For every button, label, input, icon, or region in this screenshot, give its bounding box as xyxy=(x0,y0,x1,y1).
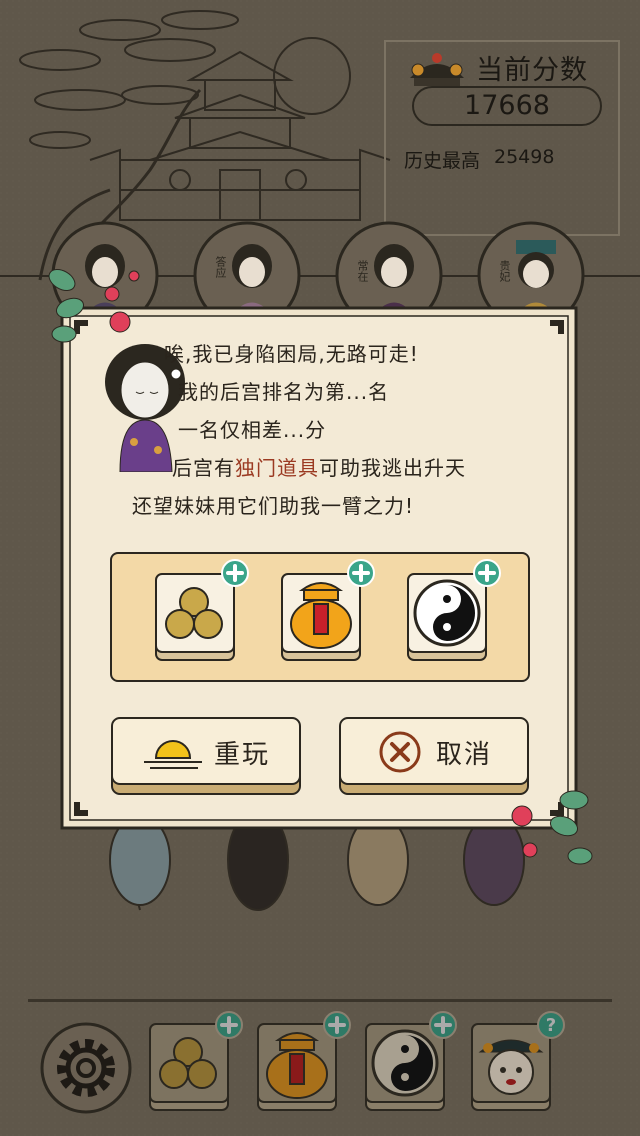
replay-button-bg xyxy=(111,717,301,795)
plus-icon[interactable] xyxy=(214,1010,244,1040)
qing-hat-icon xyxy=(410,53,464,86)
settings-button[interactable] xyxy=(40,1022,132,1114)
cancel-button[interactable]: 取消 xyxy=(338,716,530,796)
replay-button[interactable]: 重玩 xyxy=(110,716,302,796)
cancel-label: 取消 xyxy=(436,740,493,770)
help-icon[interactable]: ? xyxy=(536,1010,566,1040)
dialog-highlight: 独门道具 xyxy=(235,456,319,480)
dialog-line-4-suffix: 可助我逃出升天 xyxy=(319,456,466,480)
plus-icon[interactable] xyxy=(472,558,502,588)
flower-decoration xyxy=(48,269,140,343)
dialog-line-3: 一名仅相差...分 xyxy=(178,418,327,442)
plus-icon[interactable] xyxy=(346,558,376,588)
best-score-label: 历史最高 xyxy=(404,150,481,172)
character-rank-label: 常在 xyxy=(356,260,369,282)
plus-icon[interactable] xyxy=(322,1010,352,1040)
dialog-line-4: 后宫有独门道具可助我逃出升天 xyxy=(172,452,466,481)
score-title: 当前分数 xyxy=(476,55,588,86)
plus-icon[interactable] xyxy=(428,1010,458,1040)
dialog-line-1: 唉,我已身陷困局,无路可走! xyxy=(164,342,419,366)
dialog-line-4-prefix: 后宫有 xyxy=(172,456,235,480)
character-rank-label: 答应 xyxy=(214,256,227,278)
close-circle-icon xyxy=(379,731,421,773)
replay-label: 重玩 xyxy=(214,740,271,770)
current-score: 17668 xyxy=(412,86,602,126)
best-score-value: 25498 xyxy=(494,146,555,168)
dialog-line-5: 还望妹妹用它们助我一臂之力! xyxy=(132,494,415,518)
character-rank-label: 贵妃 xyxy=(498,260,511,282)
sunrise-icon xyxy=(144,740,202,769)
svg-text:?: ? xyxy=(546,1015,556,1036)
plus-icon[interactable] xyxy=(220,558,250,588)
toolbar-divider xyxy=(28,1000,612,1002)
dialog-line-2: 我的后宫排名为第...名 xyxy=(178,380,390,404)
cancel-button-bg xyxy=(339,717,529,795)
